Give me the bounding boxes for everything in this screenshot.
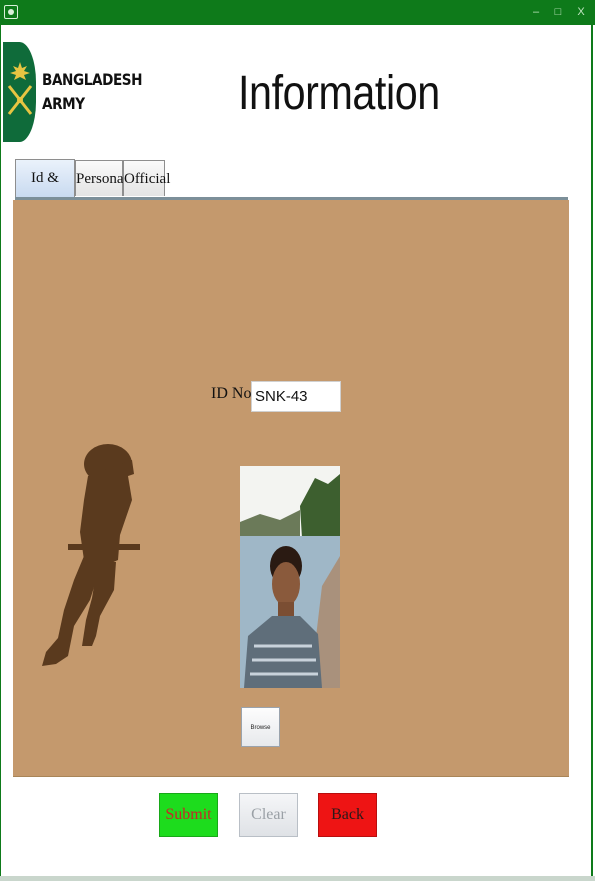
back-button[interactable]: Back (318, 793, 377, 837)
page-title: Information (238, 67, 440, 120)
submit-button[interactable]: Submit (159, 793, 218, 837)
window-titlebar: – □ X (0, 0, 595, 25)
army-emblem-icon (3, 42, 36, 142)
close-button[interactable]: X (571, 3, 591, 21)
id-number-label: ID No. (211, 385, 256, 402)
tab-official[interactable]: Official (123, 160, 170, 196)
browse-button[interactable]: Browse (241, 707, 280, 747)
minimize-button[interactable]: – (526, 3, 546, 21)
clear-button[interactable]: Clear (239, 793, 298, 837)
logo-text: BANGLADESH ARMY (42, 68, 143, 116)
tab-personal[interactable]: Personal (75, 160, 128, 196)
tab-id-and-image[interactable]: Id & Image (15, 159, 75, 222)
id-number-field[interactable]: SNK-43 (251, 381, 341, 412)
profile-photo (240, 466, 340, 688)
app-icon (4, 5, 18, 19)
logo-line-1: BANGLADESH (42, 70, 143, 89)
window-bottom-edge (0, 876, 595, 881)
logo-line-2: ARMY (42, 94, 85, 113)
maximize-button[interactable]: □ (548, 3, 568, 21)
soldier-silhouette-icon (42, 444, 140, 666)
